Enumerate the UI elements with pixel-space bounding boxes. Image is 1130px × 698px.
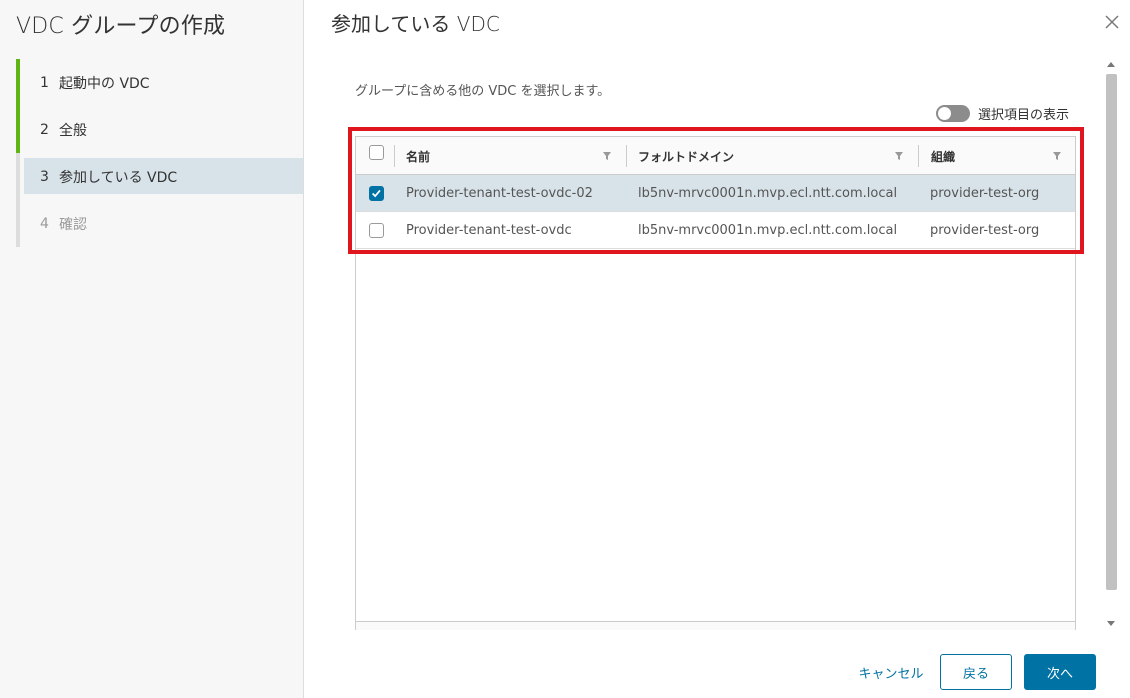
table-row[interactable]: Provider-tenant-test-ovdc-02 lb5nv-mrvc0… xyxy=(356,175,1075,212)
step-2[interactable]: 2 全般 xyxy=(16,106,304,153)
column-header-fault-domain[interactable]: フォルトドメイン xyxy=(638,137,734,175)
show-selected-toggle[interactable]: 選択項目の表示 xyxy=(936,104,1069,123)
toggle-label: 選択項目の表示 xyxy=(978,108,1070,123)
content-scrollbar[interactable] xyxy=(1103,58,1119,630)
step-4-label: 確認 xyxy=(59,216,87,233)
step-1-label: 起動中の VDC xyxy=(59,75,150,92)
step-2-progress-bar xyxy=(16,106,20,153)
cell-org: provider-test-org xyxy=(930,185,1040,201)
page-description: グループに含める他の VDC を選択します。 xyxy=(355,84,611,99)
step-2-number: 2 xyxy=(40,121,49,138)
table-row[interactable]: Provider-tenant-test-ovdc lb5nv-mrvc0001… xyxy=(356,212,1075,249)
close-icon[interactable] xyxy=(1102,12,1122,32)
step-3-label: 参加している VDC xyxy=(59,169,178,186)
grid-header: 名前 フォルトドメイン 組織 xyxy=(356,137,1075,175)
row-checkbox[interactable] xyxy=(369,223,384,238)
wizard-sidebar: VDC グループの作成 1 起動中の VDC 2 全般 3 参加している VDC… xyxy=(0,0,304,698)
scrollbar-thumb[interactable] xyxy=(1106,74,1117,590)
step-1-number: 1 xyxy=(40,74,49,91)
column-header-org[interactable]: 組織 xyxy=(931,137,955,175)
scroll-down-icon[interactable] xyxy=(1107,621,1115,626)
step-1-progress-bar xyxy=(16,59,20,106)
vdc-group-wizard: VDC グループの作成 1 起動中の VDC 2 全般 3 参加している VDC… xyxy=(0,0,1130,698)
content-area: グループに含める他の VDC を選択します。 選択項目の表示 名前 フォルトドメ… xyxy=(330,58,1100,630)
toggle-switch[interactable] xyxy=(936,105,970,122)
back-button[interactable]: 戻る xyxy=(940,654,1012,690)
filter-icon[interactable] xyxy=(1052,151,1062,161)
step-4: 4 確認 xyxy=(16,200,304,247)
filter-icon[interactable] xyxy=(894,151,904,161)
next-button[interactable]: 次へ xyxy=(1024,654,1096,690)
cell-org: provider-test-org xyxy=(930,222,1040,238)
step-1[interactable]: 1 起動中の VDC xyxy=(16,59,304,106)
cell-name: Provider-tenant-test-ovdc xyxy=(406,222,572,238)
grid-footer xyxy=(356,621,1075,630)
scroll-up-icon[interactable] xyxy=(1107,62,1115,67)
step-3-number: 3 xyxy=(40,168,49,185)
wizard-steps: 1 起動中の VDC 2 全般 3 参加している VDC 4 確認 xyxy=(16,59,304,247)
row-checkbox[interactable] xyxy=(369,186,384,201)
step-4-number: 4 xyxy=(40,215,49,232)
wizard-title: VDC グループの作成 xyxy=(16,14,226,39)
select-all-checkbox[interactable] xyxy=(369,145,384,160)
step-4-progress-bar xyxy=(16,200,20,247)
filter-icon[interactable] xyxy=(602,151,612,161)
column-header-name[interactable]: 名前 xyxy=(406,137,430,175)
page-title: 参加している VDC xyxy=(331,12,500,36)
cancel-button[interactable]: キャンセル xyxy=(848,654,934,690)
vdc-datagrid: 名前 フォルトドメイン 組織 Provider-tenant-test-ovdc… xyxy=(355,136,1076,630)
step-3[interactable]: 3 参加している VDC xyxy=(16,153,304,200)
cell-fault-domain: lb5nv-mrvc0001n.mvp.ecl.ntt.com.local xyxy=(638,185,898,201)
step-2-label: 全般 xyxy=(59,122,87,139)
check-icon xyxy=(371,189,381,198)
toggle-knob xyxy=(938,107,951,120)
cell-name: Provider-tenant-test-ovdc-02 xyxy=(406,185,593,201)
cell-fault-domain: lb5nv-mrvc0001n.mvp.ecl.ntt.com.local xyxy=(638,222,898,238)
